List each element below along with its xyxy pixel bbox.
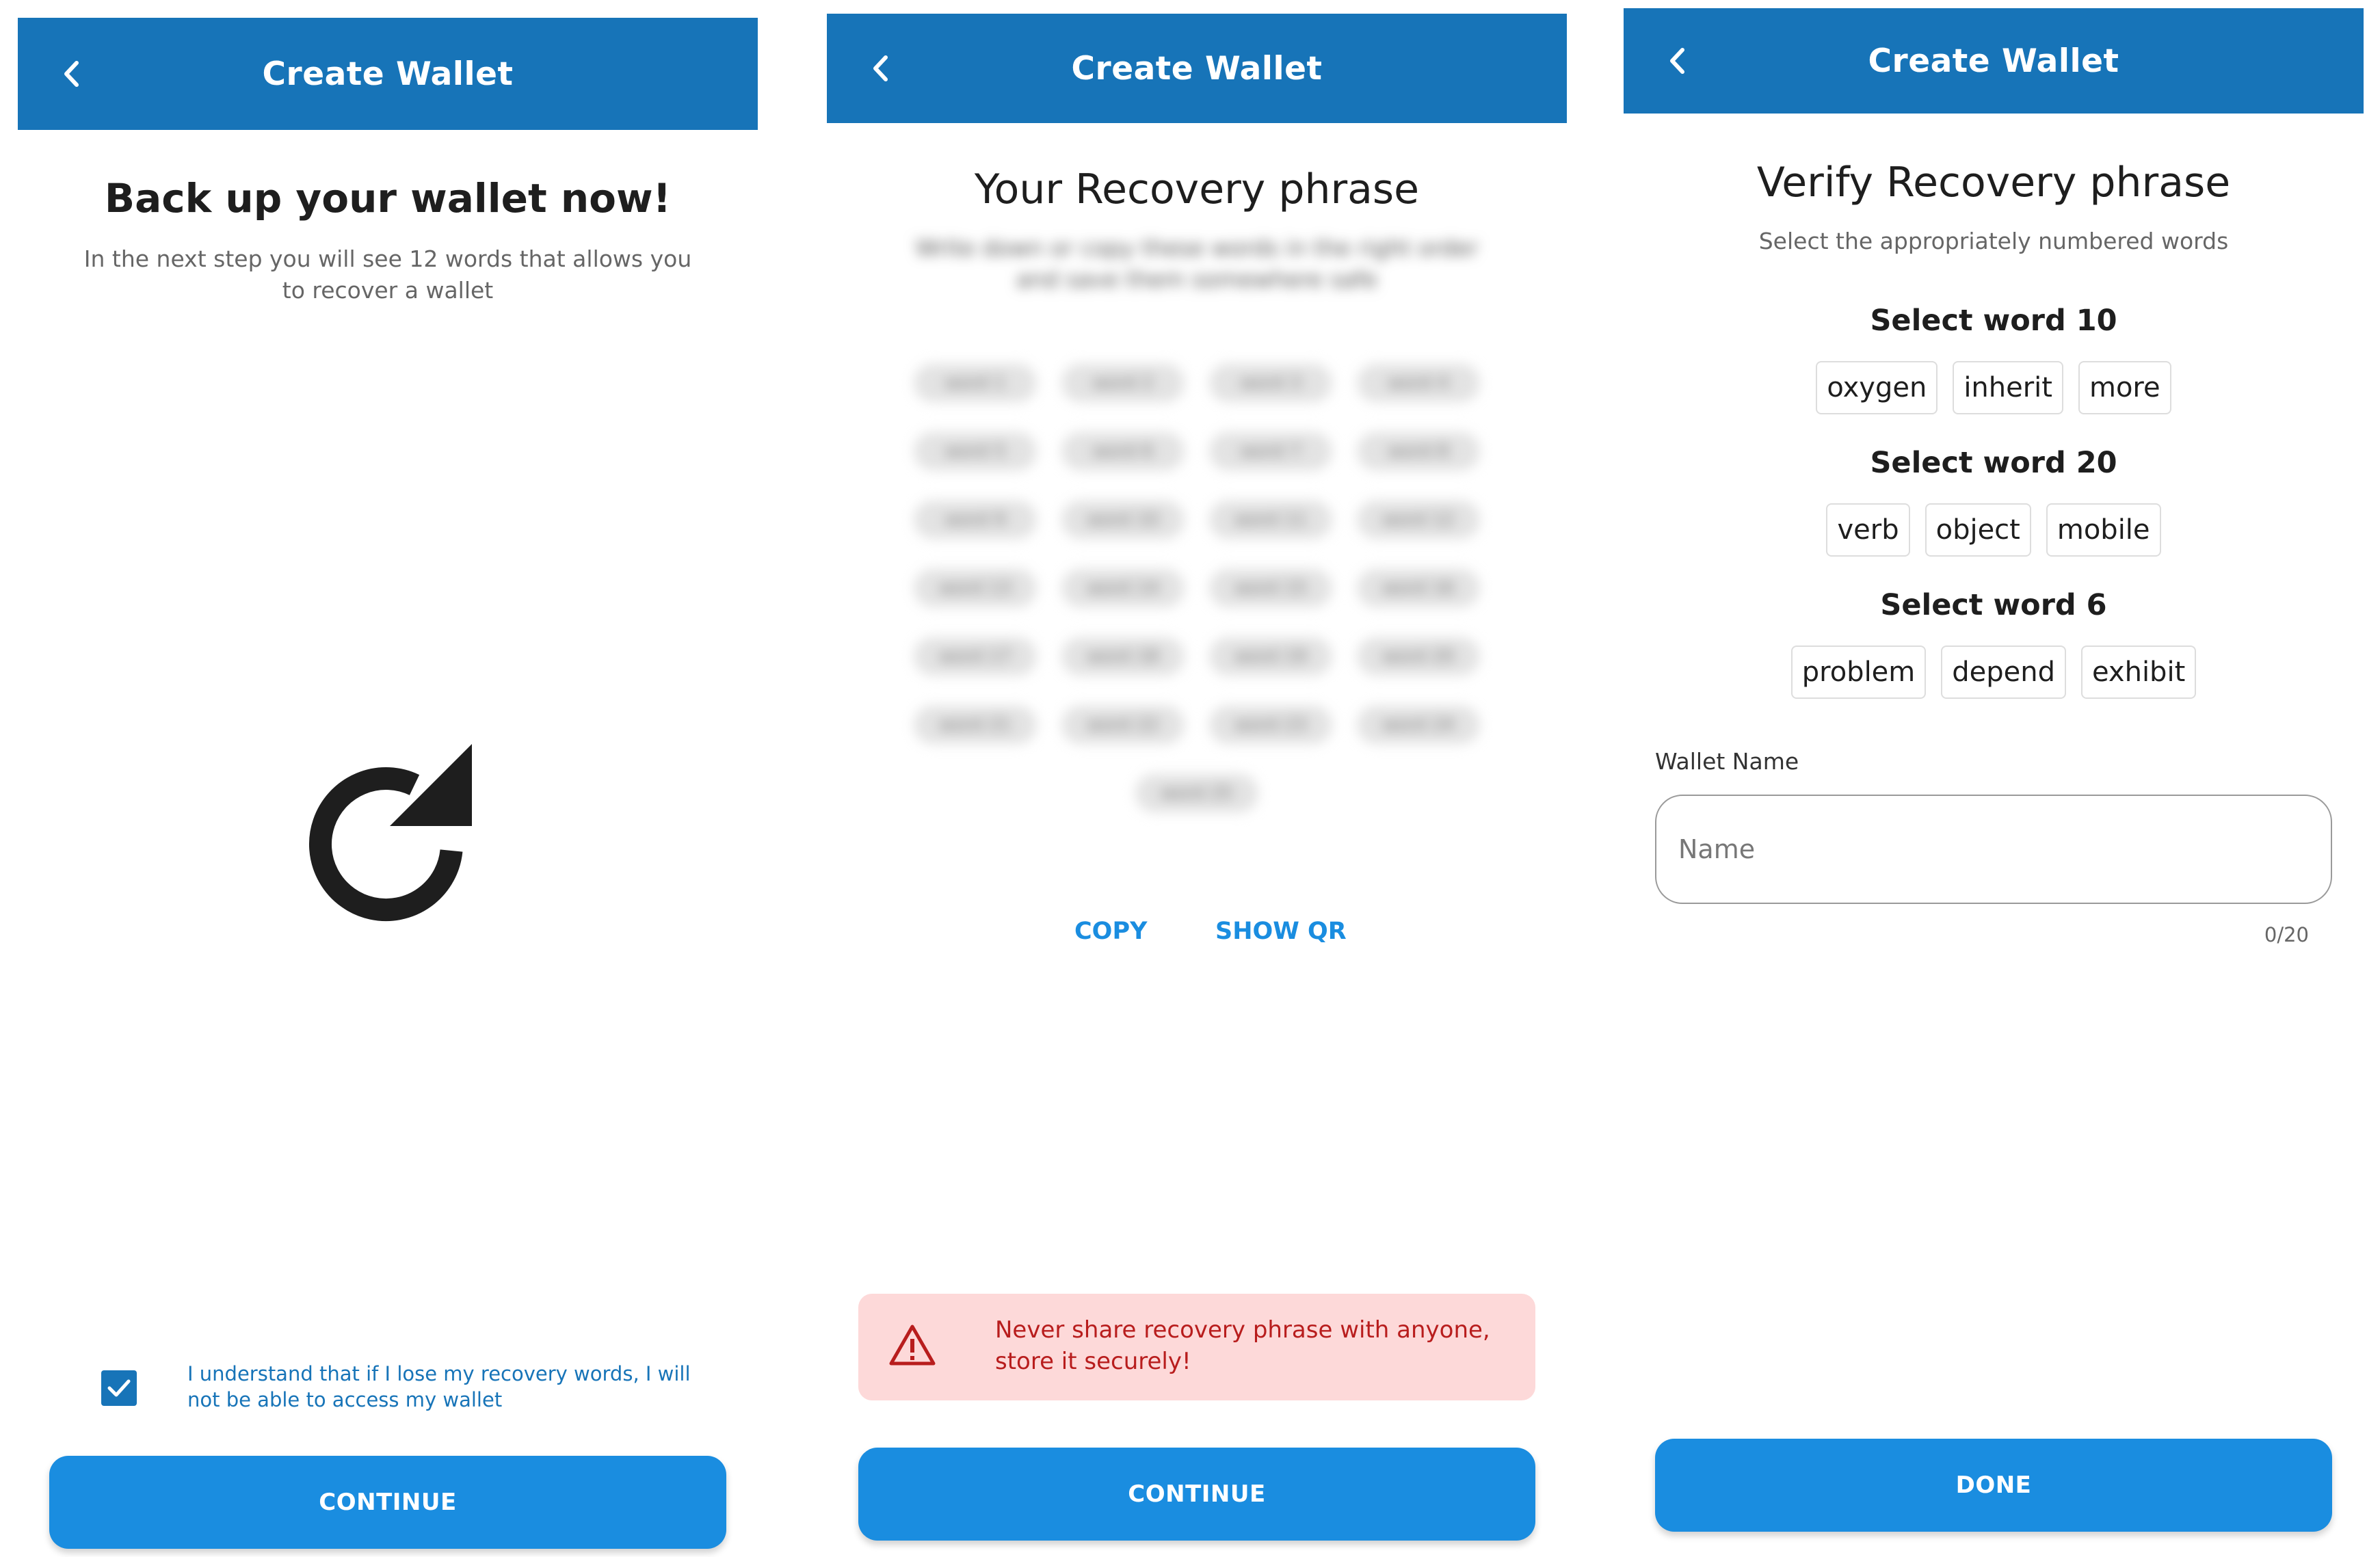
word-option[interactable]: exhibit xyxy=(2081,646,2197,699)
recovery-word: word 7 xyxy=(1209,432,1332,470)
word-option-row: problem depend exhibit xyxy=(1624,646,2364,699)
recovery-word: word 20 xyxy=(1357,637,1480,676)
recovery-word: word 25 xyxy=(1135,774,1258,812)
page-description: In the next step you will see 12 words t… xyxy=(83,245,692,304)
select-word-heading: Select word 10 xyxy=(1870,304,2117,338)
app-bar-title: Create Wallet xyxy=(1071,49,1323,88)
recovery-word: word 5 xyxy=(914,432,1037,470)
refresh-icon xyxy=(308,744,472,921)
char-counter: 0/20 xyxy=(2264,923,2309,946)
word-option[interactable]: verb xyxy=(1826,503,1910,557)
recovery-word-grid: word 1 word 2 word 3 word 4 word 5 word 6 word… xyxy=(868,364,1526,812)
recovery-word: word 24 xyxy=(1357,706,1480,744)
recovery-word: word 22 xyxy=(1061,706,1185,744)
screen-backup-intro: Create Wallet Back up your wallet now! I… xyxy=(18,0,758,1557)
back-arrow-icon[interactable] xyxy=(56,53,86,94)
recovery-word: word 21 xyxy=(914,706,1037,744)
app-bar-title: Create Wallet xyxy=(262,55,514,93)
recovery-word: word 10 xyxy=(1061,501,1185,539)
recovery-word: word 15 xyxy=(1209,569,1332,607)
recovery-word: word 18 xyxy=(1061,637,1185,676)
acknowledge-checkbox[interactable] xyxy=(101,1370,137,1406)
recovery-word: word 6 xyxy=(1061,432,1185,470)
recovery-word: word 9 xyxy=(914,501,1037,539)
wallet-name-label: Wallet Name xyxy=(1655,748,1799,775)
select-word-heading: Select word 20 xyxy=(1870,446,2117,480)
page-title: Verify Recovery phrase xyxy=(1756,159,2231,207)
word-option[interactable]: inherit xyxy=(1953,361,2063,414)
app-bar-title: Create Wallet xyxy=(1868,42,2119,80)
recovery-word: word 4 xyxy=(1357,364,1480,402)
word-option[interactable]: more xyxy=(2078,361,2171,414)
security-warning: Never share recovery phrase with anyone,… xyxy=(858,1294,1535,1400)
app-bar: Create Wallet xyxy=(827,14,1567,123)
blurred-intro-text: Write down or copy these words in the ri… xyxy=(915,235,1479,293)
recovery-word: word 17 xyxy=(914,637,1037,676)
recovery-word: word 3 xyxy=(1209,364,1332,402)
continue-button[interactable]: CONTINUE xyxy=(858,1448,1535,1541)
page-description: Select the appropriately numbered words xyxy=(1758,228,2229,254)
back-arrow-icon[interactable] xyxy=(1662,40,1692,81)
select-word-heading: Select word 6 xyxy=(1880,588,2107,622)
app-bar: Create Wallet xyxy=(18,18,758,130)
show-qr-button[interactable]: SHOW QR xyxy=(1215,918,1347,945)
recovery-word: word 12 xyxy=(1357,501,1480,539)
recovery-word: word 2 xyxy=(1061,364,1185,402)
word-option[interactable]: problem xyxy=(1790,646,1927,699)
recovery-word: word 14 xyxy=(1061,569,1185,607)
done-button[interactable]: DONE xyxy=(1655,1439,2332,1532)
warning-text: Never share recovery phrase with anyone,… xyxy=(995,1316,1490,1375)
recovery-word: word 8 xyxy=(1357,432,1480,470)
back-arrow-icon[interactable] xyxy=(865,48,895,89)
wallet-name-input[interactable] xyxy=(1655,795,2332,904)
warning-icon xyxy=(889,1325,936,1366)
page-title: Back up your wallet now! xyxy=(104,175,672,222)
word-option-row: oxygen inherit more xyxy=(1624,361,2364,414)
word-option[interactable]: object xyxy=(1925,503,2031,557)
screen-verify-phrase: Create Wallet Verify Recovery phrase Sel… xyxy=(1624,0,2364,1557)
recovery-word: word 23 xyxy=(1209,706,1332,744)
word-option[interactable]: oxygen xyxy=(1816,361,1938,414)
word-option-row: verb object mobile xyxy=(1624,503,2364,557)
recovery-word: word 13 xyxy=(914,569,1037,607)
continue-button[interactable]: CONTINUE xyxy=(49,1456,726,1549)
recovery-word: word 16 xyxy=(1357,569,1480,607)
copy-button[interactable]: COPY xyxy=(1074,918,1147,945)
screen-recovery-phrase: Create Wallet Your Recovery phrase Write… xyxy=(827,0,1567,1557)
recovery-word: word 11 xyxy=(1209,501,1332,539)
page-title: Your Recovery phrase xyxy=(974,165,1420,213)
acknowledge-label[interactable]: I understand that if I lose my recovery … xyxy=(187,1361,707,1413)
screenshot-stage: Create Wallet Back up your wallet now! I… xyxy=(0,0,2380,1557)
recovery-word: word 19 xyxy=(1209,637,1332,676)
word-option[interactable]: mobile xyxy=(2046,503,2161,557)
app-bar: Create Wallet xyxy=(1624,8,2364,114)
blurred-recovery-words: Write down or copy these words in the ri… xyxy=(868,232,1526,848)
word-option[interactable]: depend xyxy=(1941,646,2067,699)
recovery-word: word 1 xyxy=(914,364,1037,402)
